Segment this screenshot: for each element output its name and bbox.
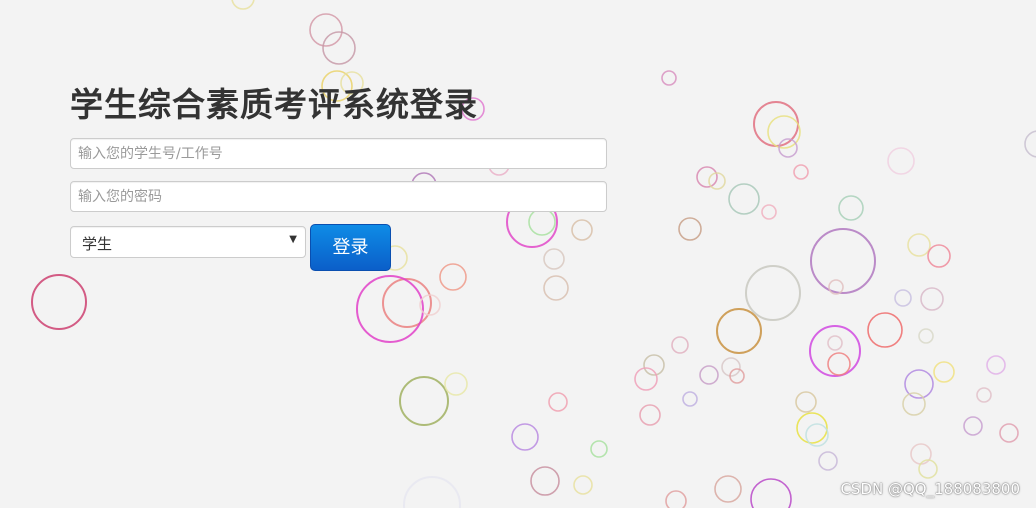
bubble-ring [750,478,792,508]
bubble-ring [827,352,851,376]
bubble-ring [827,335,843,351]
bubble-ring [322,31,356,65]
bubble-ring [761,204,777,220]
bubble-ring [867,312,903,348]
role-select[interactable]: 学生 ▼ [70,226,306,258]
bubble-ring [920,287,944,311]
page-title: 学生综合素质考评系统登录 [70,85,478,124]
password-input[interactable] [70,181,607,212]
bubble-ring [918,459,938,479]
bubble-ring [678,217,702,241]
bubble-ring [511,423,539,451]
bubble-ring [528,208,556,236]
bubble-ring [661,70,677,86]
bubble-ring [887,147,915,175]
bubble-ring [543,248,565,270]
bubble-ring [696,166,718,188]
bubble-ring [999,423,1019,443]
bubble-ring [403,476,461,508]
bubble-ring [309,13,343,47]
bubble-ring [963,416,983,436]
bubble-ring [927,244,951,268]
bubble-ring [986,355,1006,375]
bubble-ring [907,233,931,257]
watermark: CSDN @QQ_188083800 [840,480,1020,498]
bubble-ring [699,365,719,385]
bubble-ring [548,392,568,412]
role-select-value: 学生 [82,235,113,253]
bubble-ring [590,440,608,458]
bubble-ring [728,183,760,215]
bubble-ring [918,328,934,344]
bubble-ring [714,475,742,503]
caret-down-icon: ▼ [289,234,297,245]
bubble-ring [543,275,569,301]
bubble-ring [31,274,87,330]
bubble-ring [1024,130,1036,158]
bubble-ring [796,412,828,444]
bubble-ring [399,376,449,426]
bubble-ring [976,387,992,403]
bubble-ring [793,164,809,180]
bubble-ring [810,228,876,294]
bubble-ring [716,308,762,354]
bubble-ring [530,466,560,496]
bubble-ring [809,325,861,377]
login-page: 学生综合素质考评系统登录 学生 ▼ 登录 CSDN @QQ_188083800 [0,0,1036,508]
bubble-ring [382,278,432,328]
bubble-ring [571,219,593,241]
bubble-ring [910,443,932,465]
bubble-ring [671,336,689,354]
bubble-ring [444,372,468,396]
bubble-ring [639,404,661,426]
bubble-ring [795,391,817,413]
bubble-ring [665,490,687,508]
bubble-ring [933,361,955,383]
bubble-ring [231,0,255,10]
bubble-ring [818,451,838,471]
bubble-ring [439,263,467,291]
bubble-ring [745,265,801,321]
bubble-ring [838,195,864,221]
username-input[interactable] [70,138,607,169]
login-button[interactable]: 登录 [310,224,391,271]
bubble-ring [682,391,698,407]
bubble-ring [573,475,593,495]
bubble-ring [894,289,912,307]
